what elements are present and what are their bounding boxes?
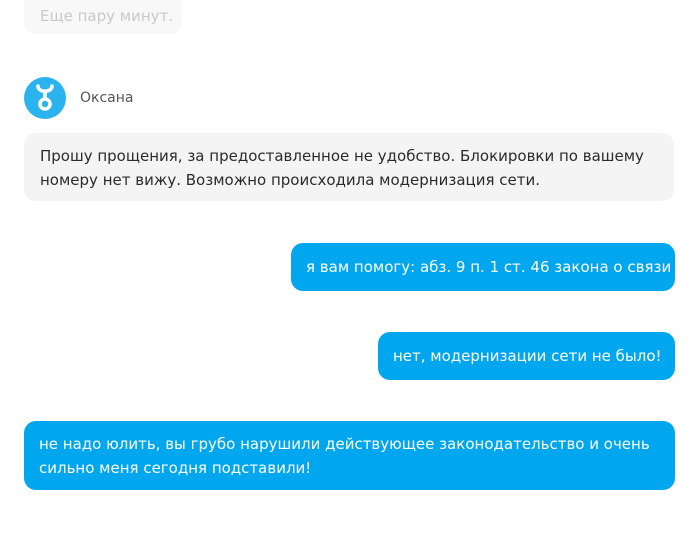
message-text: нет, модернизации сети не было!	[393, 347, 662, 365]
operator-header: Оксана	[24, 77, 133, 119]
message-text-line: сильно меня сегодня подставили!	[39, 459, 312, 477]
operator-name: Оксана	[80, 90, 134, 106]
yota-logo-icon	[36, 84, 54, 111]
message-text-line: Прошу прощения, за предоставленное не уд…	[40, 147, 644, 165]
message-text: Еще пару минут.	[40, 7, 174, 25]
user-message: не надо юлить, вы грубо нарушили действу…	[24, 421, 675, 490]
operator-message: Прошу прощения, за предоставленное не уд…	[24, 133, 674, 201]
message-text-line: номеру нет вижу. Возможно происходила мо…	[40, 171, 540, 189]
user-message: я вам помогу: абз. 9 п. 1 ст. 46 закона …	[291, 243, 675, 291]
user-message: нет, модернизации сети не было!	[378, 332, 675, 380]
operator-avatar	[24, 77, 66, 119]
message-text: я вам помогу: абз. 9 п. 1 ст. 46 закона …	[306, 258, 672, 276]
message-text-line: не надо юлить, вы грубо нарушили действу…	[39, 435, 650, 453]
previous-operator-message: Еще пару минут.	[24, 0, 182, 34]
